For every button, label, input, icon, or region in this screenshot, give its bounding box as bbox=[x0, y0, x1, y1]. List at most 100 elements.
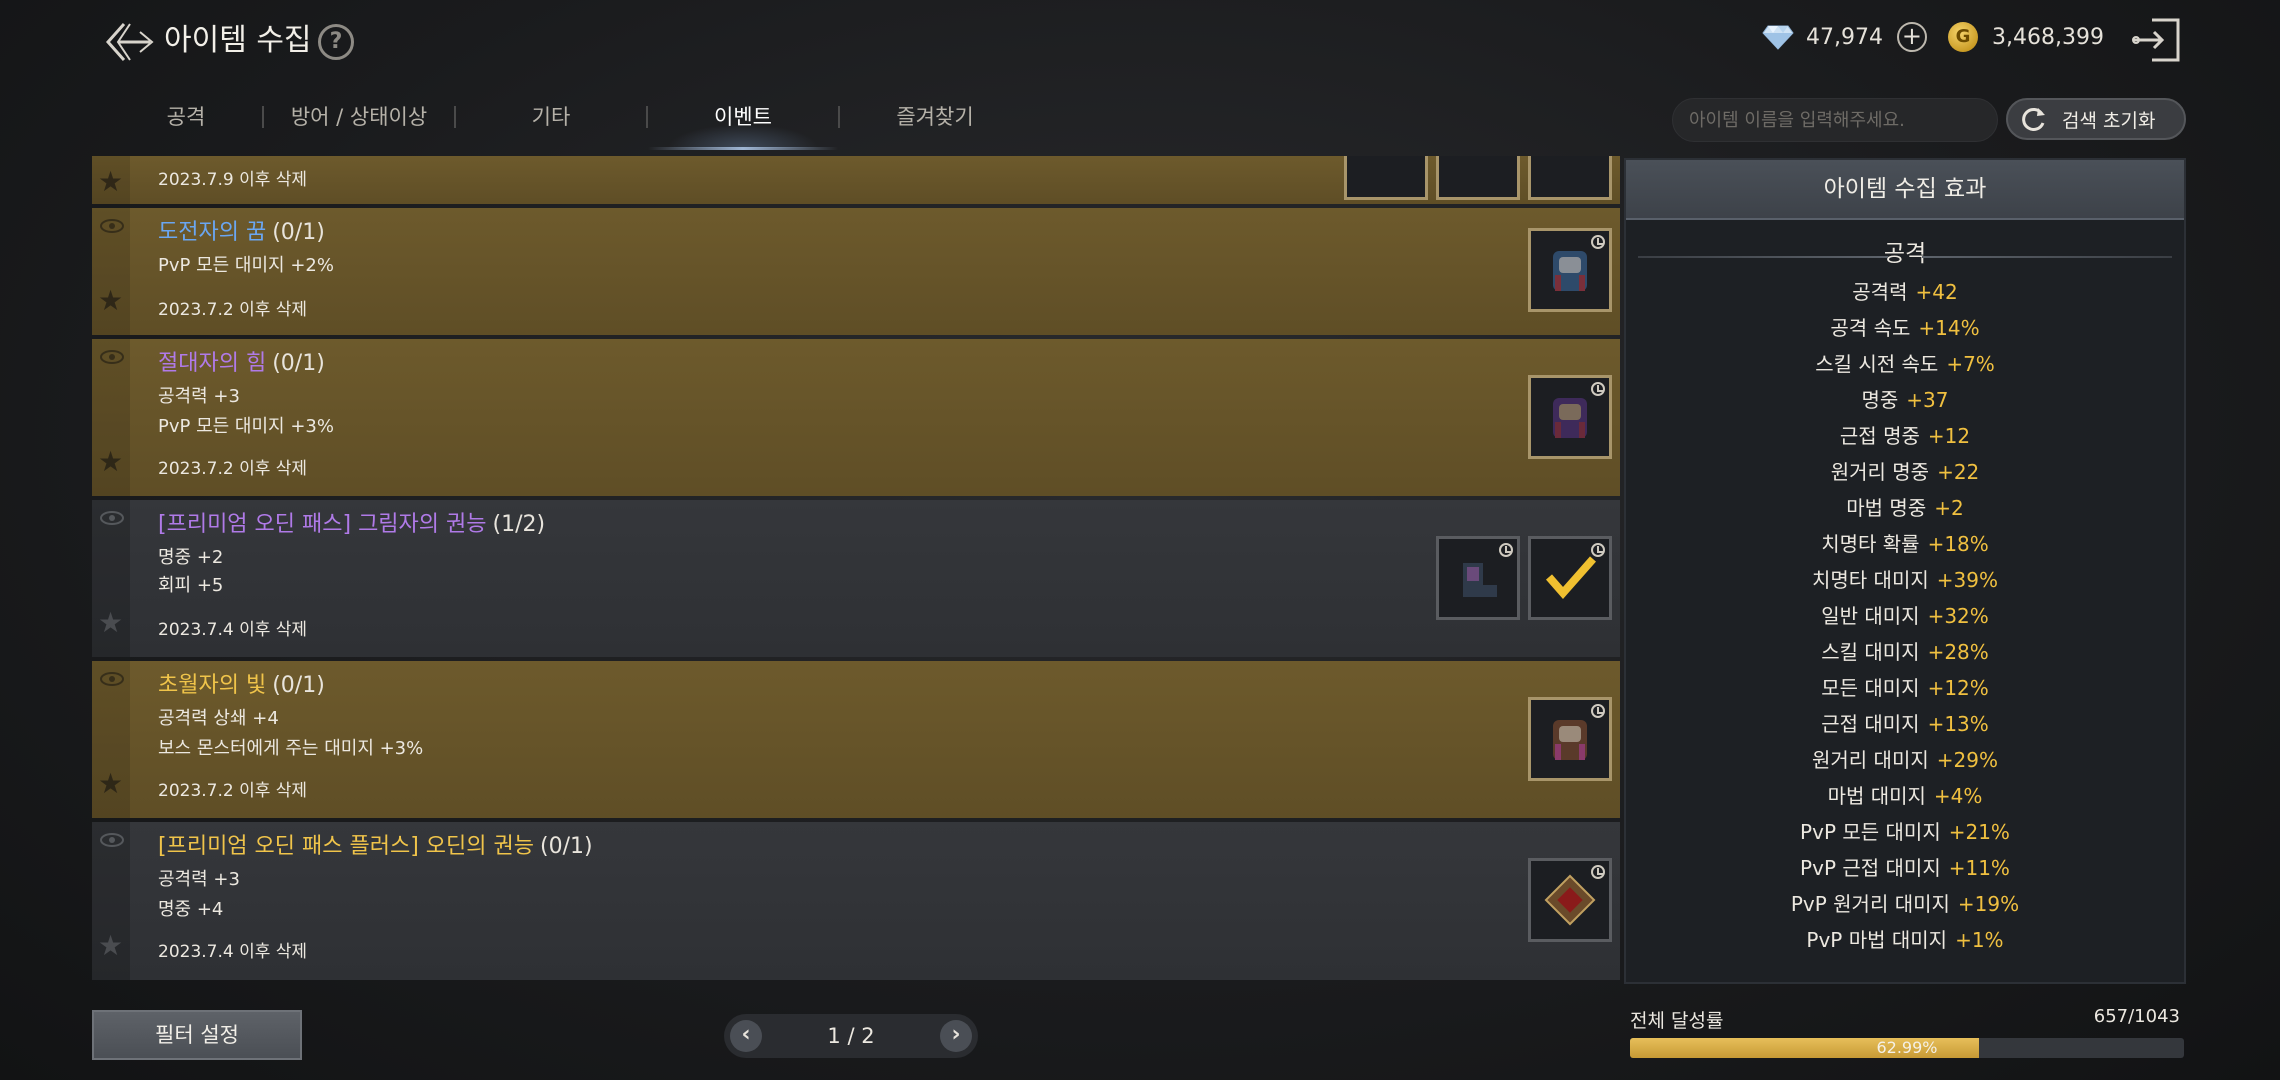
item-slot[interactable] bbox=[1528, 375, 1612, 459]
progress-count: 657/1043 bbox=[2093, 1006, 2180, 1027]
prev-page-button[interactable]: ‹ bbox=[730, 1020, 762, 1052]
effect-row: 치명타 대미지 +39% bbox=[1626, 562, 2184, 598]
collection-title: 초월자의 빛 (0/1) bbox=[158, 671, 325, 701]
tab-favorites[interactable]: 즐겨찾기 bbox=[840, 96, 1030, 152]
effect-value: +12% bbox=[1927, 676, 1989, 700]
favorite-star-icon[interactable]: ★ bbox=[98, 448, 123, 476]
collection-title: [프리미엄 오딘 패스 플러스] 오딘의 권능 (0/1) bbox=[158, 832, 593, 862]
list-item[interactable]: ★ 도전자의 꿈 (0/1) PvP 모든 대미지 +2% 2023.7.2 이후… bbox=[92, 208, 1620, 335]
progress-percent: 62.99% bbox=[1876, 1038, 1938, 1057]
collection-name: [프리미엄 오딘 패스] 그림자의 권능 bbox=[158, 512, 487, 537]
eye-icon[interactable] bbox=[100, 510, 124, 526]
effect-value: +4% bbox=[1933, 784, 1983, 808]
favorite-star-icon[interactable]: ★ bbox=[98, 168, 123, 196]
search-reset-button[interactable]: 검색 초기화 bbox=[2006, 98, 2186, 140]
effect-value: +19% bbox=[1957, 892, 2020, 916]
tab-defense-status[interactable]: 방어 / 상태이상 bbox=[264, 96, 454, 152]
gold-count: 3,468,399 bbox=[1992, 24, 2104, 50]
tab-etc[interactable]: 기타 bbox=[456, 96, 646, 152]
emblem-item-icon bbox=[1544, 874, 1596, 926]
checkmark-icon bbox=[1545, 556, 1596, 600]
collection-count: (0/1) bbox=[272, 351, 325, 376]
effect-value: +1% bbox=[1955, 928, 2004, 952]
row-side-bar: ★ bbox=[92, 500, 130, 657]
effect-name: 마법 명중 bbox=[1846, 496, 1927, 520]
effect-value: +18% bbox=[1927, 532, 1989, 556]
armor-item-icon bbox=[1553, 251, 1587, 291]
collection-count: (1/2) bbox=[492, 512, 546, 537]
stat-line: 회피 +5 bbox=[158, 575, 224, 596]
expire-date: 2023.7.2 이후 삭제 bbox=[158, 781, 308, 801]
item-slot[interactable] bbox=[1344, 156, 1428, 200]
item-slot-collected[interactable] bbox=[1528, 536, 1612, 620]
effect-row: 마법 명중 +2 bbox=[1626, 490, 2184, 526]
tab-event[interactable]: 이벤트 bbox=[648, 96, 838, 152]
eye-icon[interactable] bbox=[100, 832, 124, 848]
list-item[interactable]: ★ [프리미엄 오딘 패스] 그림자의 권능 (1/2) 명중 +2 회피 +5 … bbox=[92, 500, 1620, 657]
row-side-bar: ★ bbox=[92, 339, 130, 496]
favorite-star-icon[interactable]: ★ bbox=[98, 770, 123, 798]
effect-row: 일반 대미지 +32% bbox=[1626, 598, 2184, 634]
expire-date: 2023.7.2 이후 삭제 bbox=[158, 459, 308, 479]
stat-line: 보스 몬스터에게 주는 대미지 +3% bbox=[158, 738, 424, 759]
effect-value: +21% bbox=[1948, 820, 2010, 844]
favorite-star-icon[interactable]: ★ bbox=[98, 932, 123, 960]
item-slot[interactable] bbox=[1436, 156, 1520, 200]
effect-row: 마법 대미지 +4% bbox=[1626, 778, 2184, 814]
effect-value: +32% bbox=[1927, 604, 1989, 628]
add-diamond-button[interactable]: + bbox=[1896, 22, 1927, 52]
gold-currency: G 3,468,399 bbox=[1948, 22, 2104, 52]
expire-date: 2023.7.4 이후 삭제 bbox=[158, 620, 308, 640]
effect-value: +12 bbox=[1927, 424, 1971, 448]
item-slot[interactable] bbox=[1528, 697, 1612, 781]
item-slot[interactable] bbox=[1528, 156, 1612, 200]
favorite-star-icon[interactable]: ★ bbox=[98, 287, 123, 315]
filter-settings-button[interactable]: 필터 설정 bbox=[92, 1010, 302, 1060]
item-slot[interactable] bbox=[1436, 536, 1520, 620]
favorite-star-icon[interactable]: ★ bbox=[98, 609, 123, 637]
next-page-button[interactable]: › bbox=[940, 1020, 972, 1052]
expire-date: 2023.7.4 이후 삭제 bbox=[158, 942, 308, 962]
exit-door-icon[interactable] bbox=[2130, 16, 2182, 64]
back-arrow-icon[interactable] bbox=[100, 14, 156, 70]
item-search-input[interactable] bbox=[1672, 98, 1998, 142]
armor-item-icon bbox=[1553, 720, 1587, 760]
collection-count: (0/1) bbox=[539, 834, 593, 859]
eye-icon[interactable] bbox=[100, 349, 124, 365]
tab-attack[interactable]: 공격 bbox=[110, 96, 262, 152]
effect-value: +37 bbox=[1906, 388, 1949, 412]
effect-row: 근접 명중 +12 bbox=[1626, 418, 2184, 454]
list-item[interactable]: ★ [프리미엄 오딘 패스 플러스] 오딘의 권능 (0/1) 공격력 +3 명중… bbox=[92, 822, 1620, 980]
page-indicator: 1 / 2 bbox=[827, 1024, 875, 1048]
eye-icon[interactable] bbox=[100, 671, 124, 687]
item-slot[interactable] bbox=[1528, 228, 1612, 312]
diamond-currency: 47,974 + bbox=[1762, 22, 1927, 52]
effect-value: +39% bbox=[1936, 568, 1998, 592]
collection-name: [프리미엄 오딘 패스 플러스] 오딘의 권능 bbox=[158, 834, 534, 859]
panel-header: 아이템 수집 효과 bbox=[1626, 160, 2184, 220]
list-item[interactable]: ★ 절대자의 힘 (0/1) 공격력 +3 PvP 모든 대미지 +3% 2023… bbox=[92, 339, 1620, 496]
list-item[interactable]: ★ 초월자의 빛 (0/1) 공격력 상쇄 +4 보스 몬스터에게 주는 대미지 … bbox=[92, 661, 1620, 818]
collection-name: 초월자의 빛 bbox=[158, 673, 267, 698]
collection-count: (0/1) bbox=[272, 220, 325, 245]
effect-row: 근접 대미지 +13% bbox=[1626, 706, 2184, 742]
armor-item-icon bbox=[1553, 398, 1587, 438]
collection-title: [프리미엄 오딘 패스] 그림자의 권능 (1/2) bbox=[158, 510, 545, 540]
effect-name: 마법 대미지 bbox=[1827, 784, 1926, 808]
effect-name: 모든 대미지 bbox=[1821, 676, 1920, 700]
row-side-bar: ★ bbox=[92, 208, 130, 335]
stat-line: 공격력 +3 bbox=[158, 386, 240, 407]
pagination: ‹ 1 / 2 › bbox=[724, 1014, 978, 1058]
eye-icon[interactable] bbox=[100, 218, 124, 234]
stat-line: PvP 모든 대미지 +3% bbox=[158, 416, 334, 437]
effect-value: +14% bbox=[1918, 316, 1980, 340]
effect-row: 명중 +37 bbox=[1626, 382, 2184, 418]
effect-name: 스킬 대미지 bbox=[1821, 640, 1920, 664]
list-item[interactable]: ★ 2023.7.9 이후 삭제 bbox=[92, 156, 1620, 204]
collection-name: 절대자의 힘 bbox=[158, 351, 267, 376]
boots-item-icon bbox=[1463, 563, 1497, 597]
effect-value: +22 bbox=[1937, 460, 1980, 484]
item-slot[interactable] bbox=[1528, 858, 1612, 942]
question-circle-icon[interactable]: ? bbox=[318, 24, 354, 60]
collection-title: 절대자의 힘 (0/1) bbox=[158, 349, 325, 379]
